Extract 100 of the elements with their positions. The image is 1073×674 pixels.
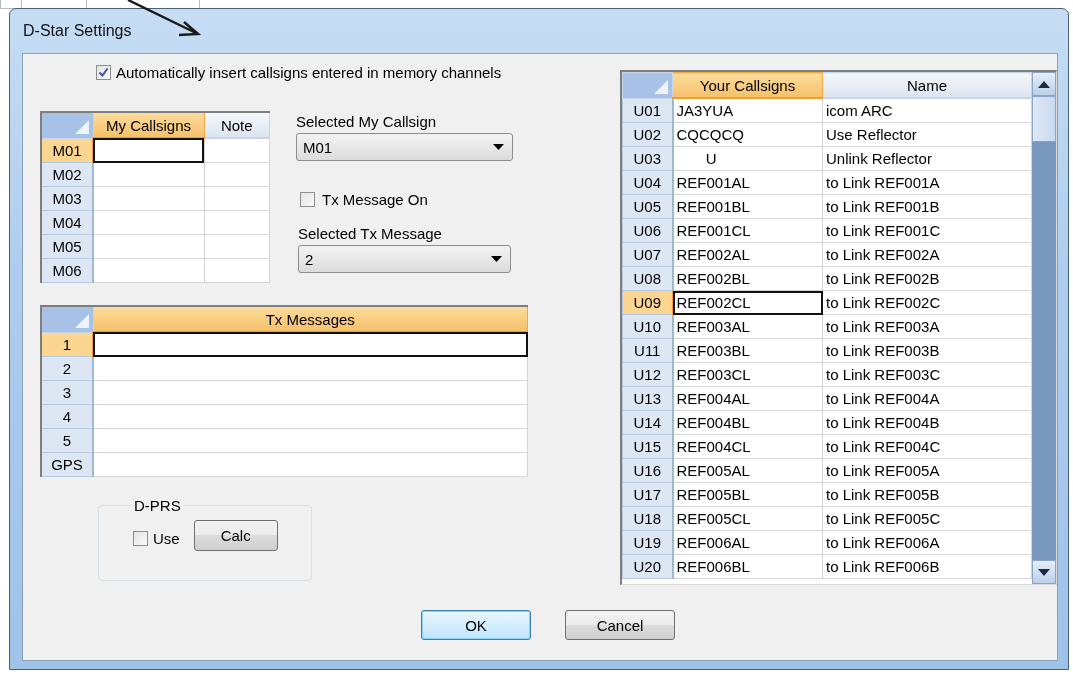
row-header[interactable]: U02 [622, 122, 673, 147]
callsign-cell[interactable]: REF005BL [672, 482, 823, 507]
note-cell[interactable] [204, 138, 270, 163]
row-header[interactable]: 5 [41, 428, 93, 453]
row-header[interactable]: M03 [41, 186, 93, 211]
name-cell[interactable]: icom ARC [822, 98, 1032, 123]
auto-insert-checkbox[interactable] [96, 65, 111, 80]
message-cell[interactable] [93, 428, 528, 453]
row-header[interactable]: 1 [41, 332, 93, 357]
callsign-cell[interactable] [93, 138, 204, 163]
name-cell[interactable]: to Link REF001C [822, 218, 1032, 243]
callsign-cell[interactable]: REF003AL [672, 314, 823, 339]
callsign-cell[interactable]: REF005AL [672, 458, 823, 483]
callsign-cell[interactable]: REF004AL [672, 386, 823, 411]
callsign-cell[interactable] [93, 258, 204, 283]
row-header[interactable]: U03 [622, 146, 673, 171]
callsign-cell[interactable]: JA3YUA [672, 98, 823, 123]
row-header[interactable]: U06 [622, 218, 673, 243]
callsign-cell[interactable]: REF002BL [672, 266, 823, 291]
callsign-cell[interactable]: REF001BL [672, 194, 823, 219]
callsign-cell[interactable]: REF006AL [672, 530, 823, 555]
row-header[interactable]: GPS [41, 452, 93, 477]
scroll-down-button[interactable] [1032, 560, 1056, 584]
name-cell[interactable]: to Link REF002A [822, 242, 1032, 267]
select-all-icon[interactable] [654, 79, 668, 94]
row-header[interactable]: U08 [622, 266, 673, 291]
name-cell[interactable]: to Link REF002C [822, 290, 1032, 315]
row-header[interactable]: U05 [622, 194, 673, 219]
row-header[interactable]: M02 [41, 162, 93, 187]
select-all-icon[interactable] [74, 119, 89, 134]
callsign-cell[interactable]: REF005CL [672, 506, 823, 531]
name-cell[interactable]: to Link REF005B [822, 482, 1032, 507]
callsign-cell[interactable] [93, 186, 204, 211]
name-cell[interactable]: to Link REF005C [822, 506, 1032, 531]
name-cell[interactable]: to Link REF003A [822, 314, 1032, 339]
row-header[interactable]: U10 [622, 314, 673, 339]
name-cell[interactable]: to Link REF003C [822, 362, 1032, 387]
row-header[interactable]: U16 [622, 458, 673, 483]
row-header[interactable]: M01 [41, 138, 93, 163]
callsign-cell[interactable]: CQCQCQ [672, 122, 823, 147]
column-header[interactable]: Tx Messages [93, 306, 528, 332]
message-cell[interactable] [93, 332, 528, 357]
name-cell[interactable]: to Link REF006A [822, 530, 1032, 555]
name-cell[interactable]: to Link REF001A [822, 170, 1032, 195]
note-cell[interactable] [204, 162, 270, 187]
note-cell[interactable] [204, 210, 270, 235]
column-header[interactable]: Your Callsigns [672, 72, 823, 98]
name-cell[interactable]: Unlink Reflector [822, 146, 1032, 171]
callsign-cell[interactable]: REF002AL [672, 242, 823, 267]
tx-message-on-checkbox[interactable] [300, 192, 315, 207]
row-header[interactable]: U18 [622, 506, 673, 531]
callsign-cell[interactable]: REF004BL [672, 410, 823, 435]
select-all-icon[interactable] [74, 313, 89, 328]
row-header[interactable]: U15 [622, 434, 673, 459]
message-cell[interactable] [93, 356, 528, 381]
callsign-cell[interactable]: REF006BL [672, 554, 823, 579]
name-cell[interactable]: to Link REF006B [822, 554, 1032, 579]
callsign-cell[interactable] [93, 234, 204, 259]
name-cell[interactable]: Use Reflector [822, 122, 1032, 147]
row-header[interactable]: U07 [622, 242, 673, 267]
row-header[interactable]: M04 [41, 210, 93, 235]
column-header[interactable]: My Callsigns [93, 112, 204, 138]
name-cell[interactable]: to Link REF002B [822, 266, 1032, 291]
vertical-scrollbar[interactable] [1032, 72, 1056, 584]
column-header[interactable]: Name [822, 72, 1032, 98]
note-cell[interactable] [204, 186, 270, 211]
name-cell[interactable]: to Link REF004C [822, 434, 1032, 459]
row-header[interactable]: 3 [41, 380, 93, 405]
tx-message-dropdown[interactable]: 2 [298, 245, 511, 273]
callsign-cell[interactable]: REF001AL [672, 170, 823, 195]
callsign-cell[interactable] [93, 210, 204, 235]
row-header[interactable]: U01 [622, 98, 673, 123]
callsign-cell[interactable]: REF002CL [672, 290, 823, 315]
my-callsign-dropdown[interactable]: M01 [296, 133, 513, 161]
ok-button[interactable]: OK [421, 610, 531, 640]
row-header[interactable]: U13 [622, 386, 673, 411]
message-cell[interactable] [93, 452, 528, 477]
message-cell[interactable] [93, 404, 528, 429]
scroll-up-button[interactable] [1032, 72, 1056, 96]
callsign-cell[interactable]: REF001CL [672, 218, 823, 243]
name-cell[interactable]: to Link REF005A [822, 458, 1032, 483]
callsign-cell[interactable]: REF003CL [672, 362, 823, 387]
row-header[interactable]: U09 [622, 290, 673, 315]
row-header[interactable]: U20 [622, 554, 673, 579]
callsign-cell[interactable]: REF003BL [672, 338, 823, 363]
row-header[interactable]: M05 [41, 234, 93, 259]
scrollbar-thumb[interactable] [1032, 96, 1056, 142]
message-cell[interactable] [93, 380, 528, 405]
cancel-button[interactable]: Cancel [565, 610, 675, 640]
row-header[interactable]: U19 [622, 530, 673, 555]
note-cell[interactable] [204, 258, 270, 283]
callsign-cell[interactable] [93, 162, 204, 187]
row-header[interactable]: U04 [622, 170, 673, 195]
row-header[interactable]: U14 [622, 410, 673, 435]
row-header[interactable]: U12 [622, 362, 673, 387]
row-header[interactable]: 2 [41, 356, 93, 381]
row-header[interactable]: U11 [622, 338, 673, 363]
row-header[interactable]: M06 [41, 258, 93, 283]
calc-button[interactable]: Calc [193, 520, 278, 551]
name-cell[interactable]: to Link REF003B [822, 338, 1032, 363]
